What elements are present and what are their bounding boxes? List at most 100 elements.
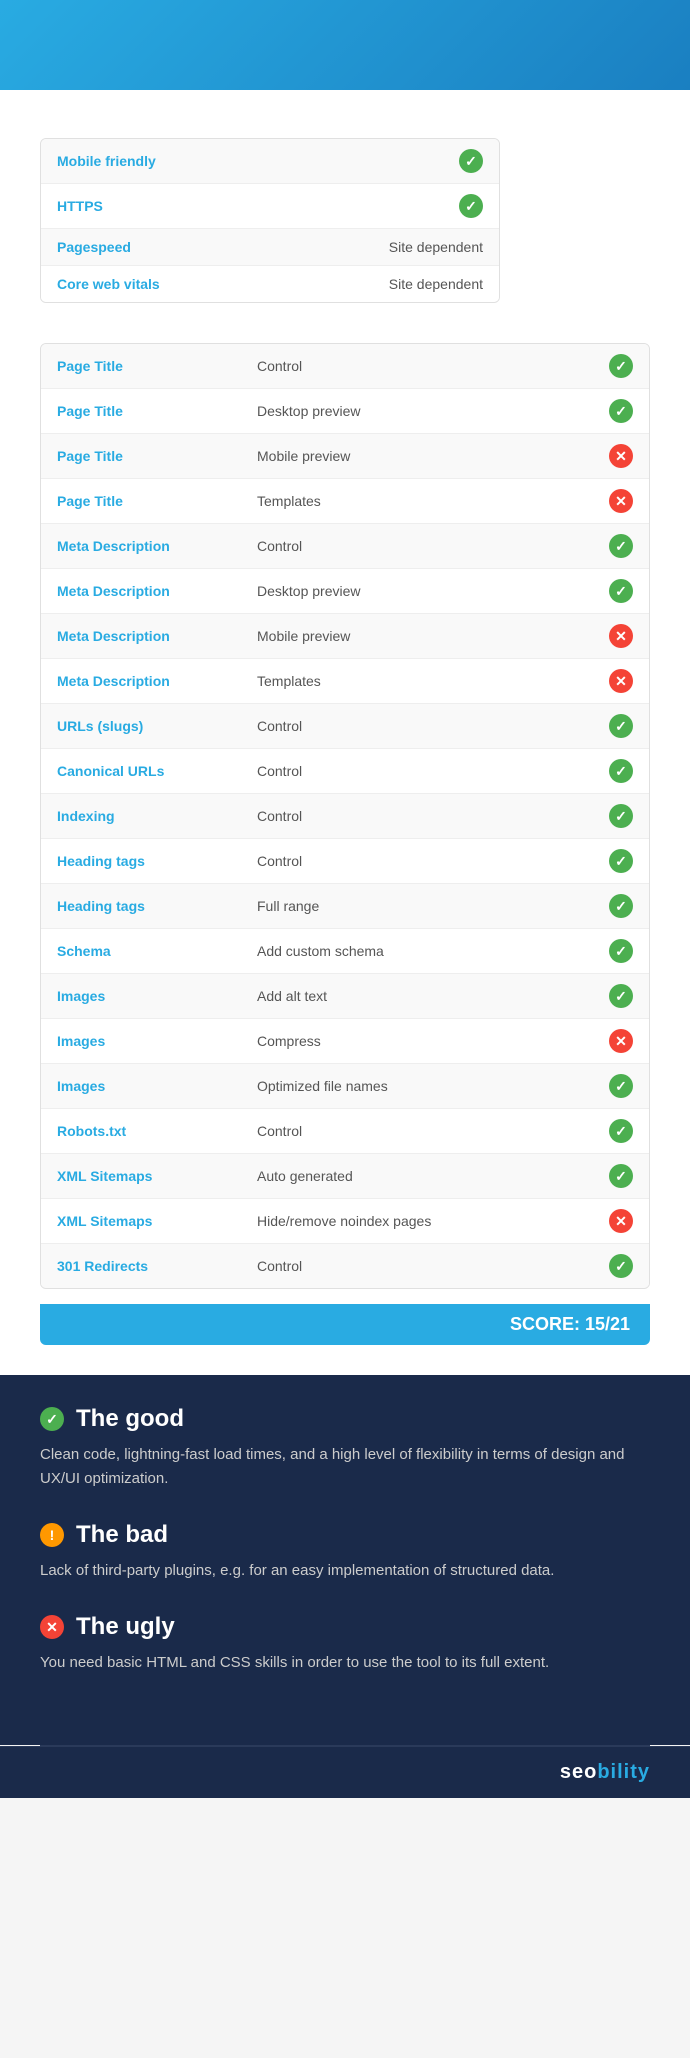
seo-icon-wrap: ✓	[603, 894, 633, 918]
seo-row: Heading tagsControl ✓	[41, 839, 649, 884]
seo-row: URLs (slugs)Control✓	[41, 704, 649, 749]
pe-value: ✓	[459, 194, 483, 218]
brand-second: bility	[597, 1761, 650, 1783]
seo-label: Meta Description	[57, 628, 257, 644]
seo-row: Canonical URLsControl✓	[41, 749, 649, 794]
verdict-title-row: ✕The ugly	[40, 1613, 650, 1641]
seo-value: Control	[257, 538, 603, 554]
seo-row: Meta DescriptionDesktop preview✓	[41, 569, 649, 614]
check-icon: ✓	[609, 1254, 633, 1278]
verdict-title-row: ! The bad	[40, 1521, 650, 1549]
seo-value: Compress	[257, 1033, 603, 1049]
verdict-good: ✓ The good Clean code, lightning-fast load…	[40, 1405, 650, 1491]
seo-value: Control	[257, 1258, 603, 1274]
check-icon: ✓	[609, 894, 633, 918]
seo-value: Add custom schema	[257, 943, 603, 959]
score-bar: SCORE: 15/21	[40, 1304, 650, 1345]
seo-value: Auto generated	[257, 1168, 603, 1184]
seo-value: Control	[257, 808, 603, 824]
verdict-ugly: ✕The ugly You need basic HTML and CSS ski…	[40, 1613, 650, 1675]
check-icon: ✓	[609, 849, 633, 873]
warn-icon: !	[40, 1523, 64, 1547]
seo-icon-wrap: ✕	[603, 444, 633, 468]
pe-row: HTTPS✓	[41, 184, 499, 229]
seo-row: XML SitemapsAuto generated✓	[41, 1154, 649, 1199]
seo-row: Heading tagsFull range✓	[41, 884, 649, 929]
pe-label: Pagespeed	[57, 239, 389, 255]
score-label: SCORE: 15/21	[510, 1314, 630, 1334]
verdict-heading: The bad	[76, 1521, 168, 1549]
pe-row: Mobile friendly✓	[41, 139, 499, 184]
footer: seobility	[0, 1746, 690, 1798]
check-icon: ✓	[459, 149, 483, 173]
seo-value: Hide/remove noindex pages	[257, 1213, 603, 1229]
seo-icon-wrap: ✓	[603, 1119, 633, 1143]
verdict-heading: The good	[76, 1405, 184, 1433]
seo-row: ImagesAdd alt text✓	[41, 974, 649, 1019]
brand-first: seo	[560, 1761, 597, 1783]
seo-label: Meta Description	[57, 673, 257, 689]
seo-value: Templates	[257, 673, 603, 689]
seo-icon-wrap: ✓	[603, 849, 633, 873]
seo-value: Desktop preview	[257, 583, 603, 599]
seo-value: Control	[257, 763, 603, 779]
seo-icon-wrap: ✕	[603, 624, 633, 648]
seo-label: Schema	[57, 943, 257, 959]
verdict-title-row: ✓ The good	[40, 1405, 650, 1433]
check-icon: ✓	[609, 1119, 633, 1143]
cross-icon: ✕	[609, 624, 633, 648]
check-icon: ✓	[459, 194, 483, 218]
bottom-section: ✓ The good Clean code, lightning-fast load…	[0, 1375, 690, 1745]
seo-row: Page TitleMobile preview✕	[41, 434, 649, 479]
seo-icon-wrap: ✓	[603, 759, 633, 783]
pe-value: Site dependent	[389, 239, 483, 255]
seo-icon-wrap: ✓	[603, 399, 633, 423]
pe-value: ✓	[459, 149, 483, 173]
seo-value: Control	[257, 358, 603, 374]
check-icon: ✓	[40, 1407, 64, 1431]
seo-row: Page TitleDesktop preview✓	[41, 389, 649, 434]
seo-label: Images	[57, 1033, 257, 1049]
seo-value: Control	[257, 1123, 603, 1139]
pe-row: Core web vitalsSite dependent	[41, 266, 499, 302]
seo-label: Heading tags	[57, 853, 257, 869]
seo-label: XML Sitemaps	[57, 1213, 257, 1229]
verdict-heading: The ugly	[76, 1613, 175, 1641]
seo-label: Robots.txt	[57, 1123, 257, 1139]
pe-value: Site dependent	[389, 276, 483, 292]
check-icon: ✓	[609, 939, 633, 963]
seo-value: Add alt text	[257, 988, 603, 1004]
seo-row: 301 RedirectsControl✓	[41, 1244, 649, 1288]
cross-icon: ✕	[609, 1209, 633, 1233]
verdict-text: Clean code, lightning-fast load times, a…	[40, 1443, 650, 1491]
cross-icon: ✕	[609, 1029, 633, 1053]
seo-label: Images	[57, 988, 257, 1004]
seo-value: Control	[257, 853, 603, 869]
check-icon: ✓	[609, 759, 633, 783]
check-icon: ✓	[609, 804, 633, 828]
seo-label: Page Title	[57, 448, 257, 464]
seo-icon-wrap: ✕	[603, 489, 633, 513]
seo-icon-wrap: ✓	[603, 579, 633, 603]
seo-icon-wrap: ✓	[603, 534, 633, 558]
check-icon: ✓	[609, 1164, 633, 1188]
check-icon: ✓	[609, 534, 633, 558]
seo-table: Page TitleControl✓Page TitleDesktop prev…	[40, 343, 650, 1289]
pe-label: HTTPS	[57, 198, 459, 214]
pe-row: PagespeedSite dependent	[41, 229, 499, 266]
seo-label: Meta Description	[57, 583, 257, 599]
seo-icon-wrap: ✕	[603, 1209, 633, 1233]
verdict-text: Lack of third-party plugins, e.g. for an…	[40, 1559, 650, 1583]
header	[0, 0, 690, 90]
seo-label: Meta Description	[57, 538, 257, 554]
seo-icon-wrap: ✓	[603, 939, 633, 963]
seo-icon-wrap: ✓	[603, 1254, 633, 1278]
seo-label: Indexing	[57, 808, 257, 824]
seo-label: URLs (slugs)	[57, 718, 257, 734]
brand: seobility	[560, 1761, 650, 1783]
seo-row: Meta DescriptionMobile preview✕	[41, 614, 649, 659]
check-icon: ✓	[609, 399, 633, 423]
verdict-text: You need basic HTML and CSS skills in or…	[40, 1651, 650, 1675]
seo-icon-wrap: ✓	[603, 714, 633, 738]
cross-icon: ✕	[609, 669, 633, 693]
